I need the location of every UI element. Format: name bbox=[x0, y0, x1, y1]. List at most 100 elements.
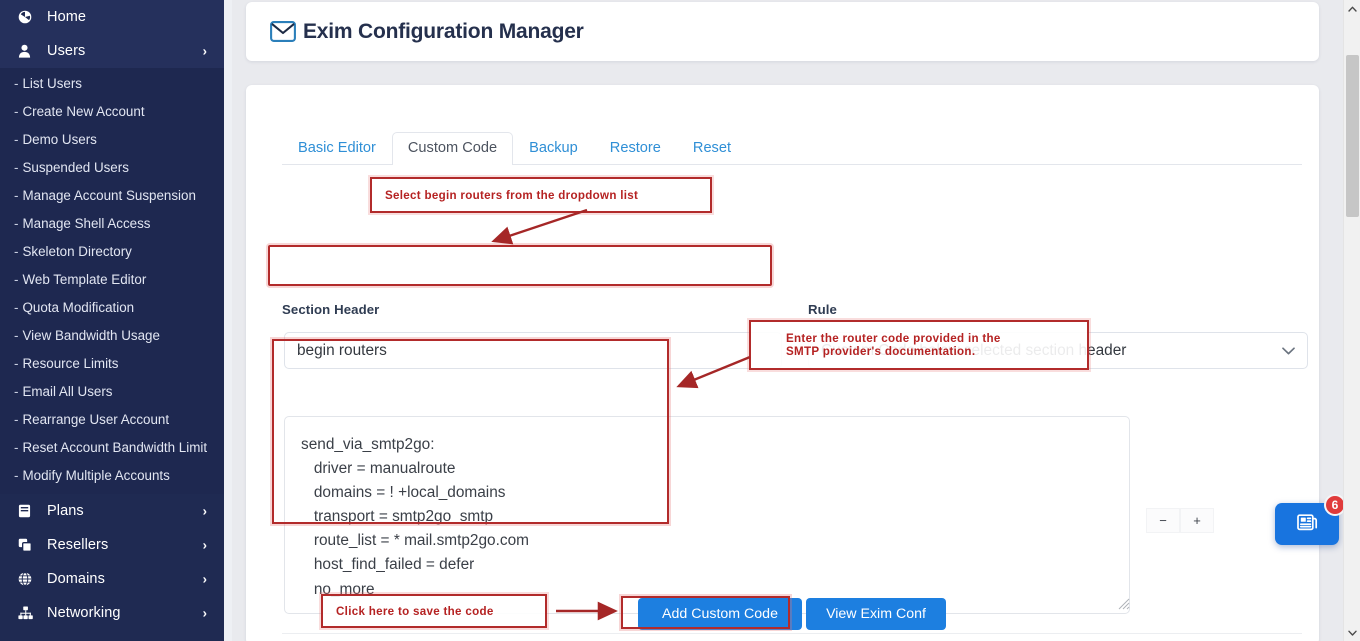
chevron-right-icon: › bbox=[202, 43, 207, 59]
sidebar-item-users[interactable]: Users › bbox=[0, 34, 224, 68]
dash-marker: - bbox=[14, 440, 19, 455]
dash-marker: - bbox=[14, 356, 19, 371]
news-widget-button[interactable]: 6 bbox=[1275, 494, 1346, 545]
zoom-in-button[interactable]: + bbox=[1180, 508, 1214, 533]
chevron-down-icon bbox=[1282, 342, 1295, 360]
sidebar-subitem-manage-account-suspension[interactable]: - Manage Account Suspension bbox=[0, 182, 224, 210]
sidebar-item-resellers-label: Resellers bbox=[47, 537, 109, 553]
editor-zoom-controls: − + bbox=[1146, 508, 1214, 533]
sidebar-item-plans[interactable]: Plans › bbox=[0, 494, 224, 528]
chevron-right-icon: › bbox=[202, 571, 207, 587]
sidebar-subitem-label: Create New Account bbox=[22, 104, 145, 119]
page-scrollbar[interactable] bbox=[1343, 0, 1360, 641]
sidebar-subitem-resource-limits[interactable]: - Resource Limits bbox=[0, 350, 224, 378]
annotation-click-to-save: Click here to save the code bbox=[321, 594, 547, 628]
tab-backup[interactable]: Backup bbox=[513, 132, 594, 165]
user-icon bbox=[18, 44, 38, 58]
sidebar-item-resellers[interactable]: Resellers › bbox=[0, 528, 224, 562]
tab-basic-editor[interactable]: Basic Editor bbox=[282, 132, 392, 165]
sidebar: Home Users › - List Users - Create New Acc… bbox=[0, 0, 224, 641]
sidebar-subitem-label: Demo Users bbox=[22, 132, 97, 147]
sidebar-subitem-reset-account-bandwidth-limit[interactable]: - Reset Account Bandwidth Limit bbox=[0, 434, 224, 462]
dash-marker: - bbox=[14, 244, 19, 259]
sidebar-item-networking[interactable]: Networking › bbox=[0, 596, 224, 630]
sidebar-subitem-email-all-users[interactable]: - Email All Users bbox=[0, 378, 224, 406]
sidebar-subitem-label: View Bandwidth Usage bbox=[22, 328, 160, 343]
sidebar-subitem-rearrange-user-account[interactable]: - Rearrange User Account bbox=[0, 406, 224, 434]
sidebar-subitem-quota-modification[interactable]: - Quota Modification bbox=[0, 294, 224, 322]
sidebar-subitem-demo-users[interactable]: - Demo Users bbox=[0, 126, 224, 154]
page-title: Exim Configuration Manager bbox=[303, 19, 584, 43]
rule-label: Rule bbox=[808, 302, 837, 317]
sidebar-item-domains[interactable]: Domains › bbox=[0, 562, 224, 596]
scrollbar-down-arrow[interactable] bbox=[1344, 624, 1360, 641]
dash-marker: - bbox=[14, 188, 19, 203]
sidebar-subitem-suspended-users[interactable]: - Suspended Users bbox=[0, 154, 224, 182]
copy-icon bbox=[18, 538, 38, 552]
sidebar-subitem-list-users[interactable]: - List Users bbox=[0, 70, 224, 98]
sidebar-subitem-label: Resource Limits bbox=[22, 356, 119, 371]
dash-marker: - bbox=[14, 384, 19, 399]
dash-marker: - bbox=[14, 76, 19, 91]
sidebar-subitem-web-template-editor[interactable]: - Web Template Editor bbox=[0, 266, 224, 294]
chevron-right-icon: › bbox=[202, 503, 207, 519]
sidebar-item-users-label: Users bbox=[47, 43, 86, 59]
sidebar-subitem-label: Rearrange User Account bbox=[22, 412, 170, 427]
sidebar-subitem-skeleton-directory[interactable]: - Skeleton Directory bbox=[0, 238, 224, 266]
dash-marker: - bbox=[14, 104, 19, 119]
tab-bar: Basic Editor Custom Code Backup Restore … bbox=[282, 129, 1302, 165]
dash-marker: - bbox=[14, 412, 19, 427]
news-icon bbox=[1295, 510, 1319, 539]
sidebar-top-group: Home Users › bbox=[0, 0, 224, 68]
sidebar-subitem-label: Skeleton Directory bbox=[22, 244, 132, 259]
sidebar-subitem-label: Manage Shell Access bbox=[22, 216, 151, 231]
chevron-right-icon: › bbox=[202, 537, 207, 553]
page-header-card: Exim Configuration Manager bbox=[246, 2, 1319, 61]
tab-restore[interactable]: Restore bbox=[594, 132, 677, 165]
sidebar-divider bbox=[224, 0, 232, 641]
sidebar-bottom-group: Plans › Resellers › Domains › Networking… bbox=[0, 494, 224, 630]
sidebar-subitem-create-new-account[interactable]: - Create New Account bbox=[0, 98, 224, 126]
sidebar-subitem-modify-multiple-accounts[interactable]: - Modify Multiple Accounts bbox=[0, 462, 224, 490]
sidebar-subitem-label: Reset Account Bandwidth Limit bbox=[22, 440, 208, 455]
sidebar-item-home-label: Home bbox=[47, 9, 87, 25]
section-header-input[interactable] bbox=[284, 332, 782, 369]
annotation-select-begin-routers: Select begin routers from the dropdown l… bbox=[370, 177, 712, 213]
sidebar-item-networking-label: Networking bbox=[47, 605, 121, 621]
envelope-icon bbox=[270, 21, 296, 42]
view-exim-conf-button[interactable]: View Exim Conf bbox=[806, 598, 946, 630]
dash-marker: - bbox=[14, 300, 19, 315]
sidebar-item-domains-label: Domains bbox=[47, 571, 105, 587]
sidebar-users-submenu: - List Users - Create New Account - Demo Us… bbox=[0, 68, 224, 494]
scrollbar-thumb[interactable] bbox=[1346, 55, 1359, 217]
tab-custom-code[interactable]: Custom Code bbox=[391, 132, 514, 165]
sidebar-subitem-label: List Users bbox=[22, 76, 82, 91]
sidebar-subitem-manage-shell-access[interactable]: - Manage Shell Access bbox=[0, 210, 224, 238]
sidebar-subitem-label: Email All Users bbox=[22, 384, 113, 399]
tab-reset[interactable]: Reset bbox=[677, 132, 747, 165]
custom-code-textarea[interactable]: send_via_smtp2go: driver = manualroute d… bbox=[284, 416, 1130, 614]
chevron-right-icon: › bbox=[202, 605, 207, 621]
sitemap-icon bbox=[18, 606, 38, 620]
sidebar-item-plans-label: Plans bbox=[47, 503, 84, 519]
sidebar-subitem-label: Quota Modification bbox=[22, 300, 135, 315]
sidebar-subitem-label: Web Template Editor bbox=[22, 272, 147, 287]
dashboard-icon bbox=[18, 10, 38, 24]
sidebar-subitem-view-bandwidth-usage[interactable]: - View Bandwidth Usage bbox=[0, 322, 224, 350]
sidebar-subitem-label: Suspended Users bbox=[22, 160, 129, 175]
dash-marker: - bbox=[14, 132, 19, 147]
section-header-label: Section Header bbox=[282, 302, 380, 317]
sidebar-item-home[interactable]: Home bbox=[0, 0, 224, 34]
zoom-out-button[interactable]: − bbox=[1146, 508, 1180, 533]
scrollbar-up-arrow[interactable] bbox=[1344, 0, 1360, 17]
globe-icon bbox=[18, 572, 38, 586]
dash-marker: - bbox=[14, 328, 19, 343]
app-root: Home Users › - List Users - Create New Acc… bbox=[0, 0, 1360, 641]
dash-marker: - bbox=[14, 216, 19, 231]
add-custom-code-button[interactable]: Add Custom Code bbox=[638, 598, 802, 630]
dash-marker: - bbox=[14, 272, 19, 287]
dash-marker: - bbox=[14, 160, 19, 175]
dash-marker: - bbox=[14, 468, 19, 483]
annotation-enter-router-code: Enter the router code provided in the SM… bbox=[749, 320, 1089, 370]
sidebar-subitem-label: Manage Account Suspension bbox=[22, 188, 196, 203]
